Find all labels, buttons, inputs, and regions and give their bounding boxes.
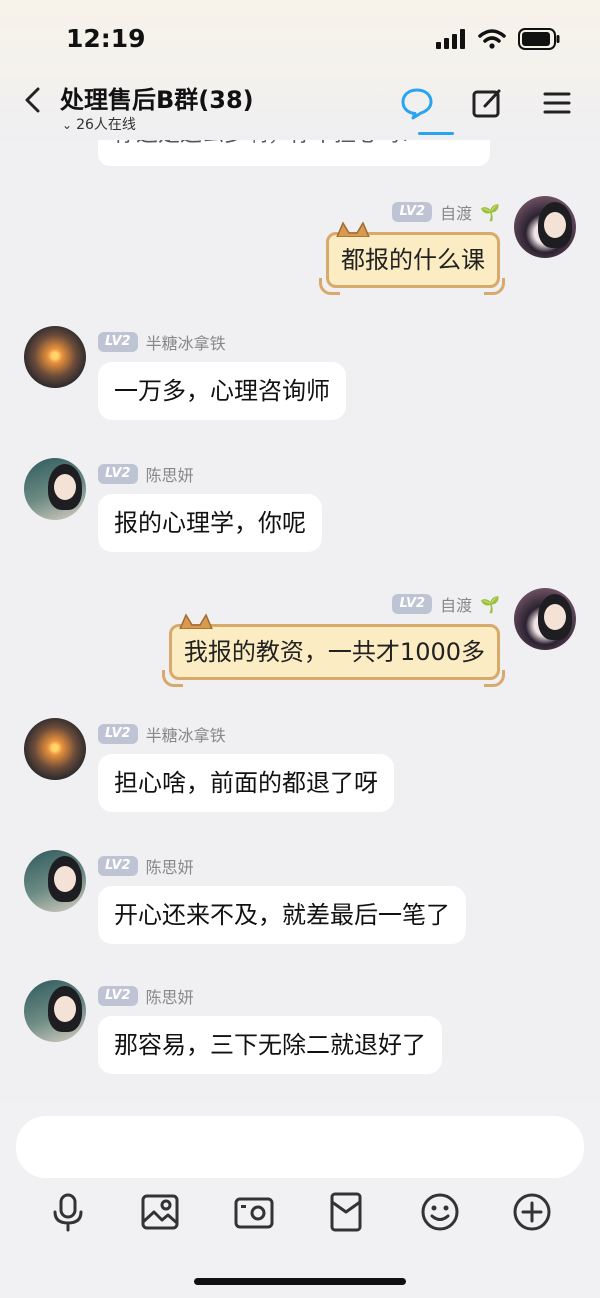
sender-name: 自渡 — [440, 596, 473, 615]
online-count[interactable]: ⌄ 26人在线 — [62, 114, 136, 134]
sender-meta: LV2 自渡 🌱 — [392, 592, 500, 616]
message-text: 都报的什么课 — [341, 246, 485, 274]
sender-name: 自渡 — [440, 204, 473, 223]
sender-meta: LV2 自渡 🌱 — [392, 200, 500, 224]
menu-icon[interactable] — [540, 86, 574, 120]
camera-icon[interactable] — [232, 1190, 276, 1234]
avatar[interactable] — [24, 980, 86, 1042]
level-badge: LV2 — [98, 856, 138, 876]
message-bubble[interactable]: 都报的什么课 — [319, 221, 505, 295]
active-tab-indicator — [418, 132, 454, 135]
status-icons — [436, 28, 560, 50]
message-bubble[interactable]: 你这是这么多啊，你不担心吗？ — [98, 140, 490, 166]
emoji-icon[interactable] — [418, 1190, 462, 1234]
input-toolbar — [0, 1190, 600, 1240]
chat-list[interactable]: 你这是这么多啊，你不担心吗？ LV2 自渡 🌱 都报的什么课 LV2 半糖冰拿铁… — [0, 140, 600, 1100]
sender-name: 半糖冰拿铁 — [145, 334, 226, 353]
sender-meta: LV2 陈思妍 — [98, 984, 194, 1008]
edit-icon[interactable] — [470, 86, 504, 120]
sender-name: 陈思妍 — [145, 466, 194, 485]
plus-icon[interactable] — [510, 1190, 554, 1234]
title-bar: 处理售后B群(38) ⌄ 26人在线 — [0, 80, 600, 136]
bubble-tail — [319, 278, 340, 295]
cat-ears-icon — [336, 221, 370, 237]
sender-name: 半糖冰拿铁 — [145, 726, 226, 745]
home-indicator[interactable] — [194, 1278, 406, 1285]
sender-meta: LV2 半糖冰拿铁 — [98, 722, 226, 746]
status-bar: 12:19 — [0, 24, 600, 56]
level-badge: LV2 — [392, 202, 433, 222]
wifi-icon — [478, 29, 506, 49]
sprout-icon: 🌱 — [480, 202, 500, 222]
header: 12:19 处理售后B群(38) ⌄ 26人在线 — [0, 0, 600, 140]
sprout-icon: 🌱 — [480, 594, 500, 614]
message-bubble[interactable]: 那容易，三下无除二就退好了 — [98, 1016, 442, 1074]
level-badge: LV2 — [98, 986, 138, 1006]
message-bubble[interactable]: 我报的教资，一共才1000多 — [161, 613, 505, 687]
cat-ears-icon — [179, 613, 213, 629]
red-packet-icon[interactable] — [324, 1190, 368, 1234]
chevron-down-icon: ⌄ — [62, 118, 73, 132]
back-arrow-icon[interactable] — [20, 86, 48, 114]
header-actions — [400, 86, 574, 120]
message-bubble[interactable]: 担心啥，前面的都退了呀 — [98, 754, 394, 812]
message-bubble[interactable]: 开心还来不及，就差最后一笔了 — [98, 886, 466, 944]
avatar[interactable] — [514, 196, 576, 258]
bubble-tail — [484, 278, 505, 295]
message-bubble[interactable]: 一万多，心理咨询师 — [98, 362, 346, 420]
sender-meta: LV2 陈思妍 — [98, 854, 194, 878]
online-count-label: 26人在线 — [76, 117, 136, 133]
level-badge: LV2 — [98, 724, 138, 744]
chat-bubble-icon[interactable] — [400, 86, 434, 120]
signal-icon — [436, 29, 465, 49]
message-input[interactable] — [16, 1116, 584, 1178]
group-title[interactable]: 处理售后B群(38) — [60, 80, 254, 115]
message-bubble[interactable]: 报的心理学，你呢 — [98, 494, 322, 552]
avatar[interactable] — [514, 588, 576, 650]
input-area — [0, 1102, 600, 1298]
level-badge: LV2 — [98, 332, 138, 352]
image-icon[interactable] — [138, 1190, 182, 1234]
sender-meta: LV2 半糖冰拿铁 — [98, 330, 226, 354]
message-text: 我报的教资，一共才1000多 — [183, 638, 485, 666]
bubble-tail — [161, 670, 183, 687]
avatar[interactable] — [24, 718, 86, 780]
level-badge: LV2 — [98, 464, 138, 484]
bubble-tail — [484, 670, 505, 687]
status-time: 12:19 — [66, 24, 146, 53]
avatar[interactable] — [24, 326, 86, 388]
sender-meta: LV2 陈思妍 — [98, 462, 194, 486]
avatar[interactable] — [24, 458, 86, 520]
avatar[interactable] — [24, 850, 86, 912]
microphone-icon[interactable] — [46, 1190, 90, 1234]
sender-name: 陈思妍 — [145, 988, 194, 1007]
battery-icon — [518, 28, 560, 50]
level-badge: LV2 — [392, 594, 433, 614]
sender-name: 陈思妍 — [145, 858, 194, 877]
